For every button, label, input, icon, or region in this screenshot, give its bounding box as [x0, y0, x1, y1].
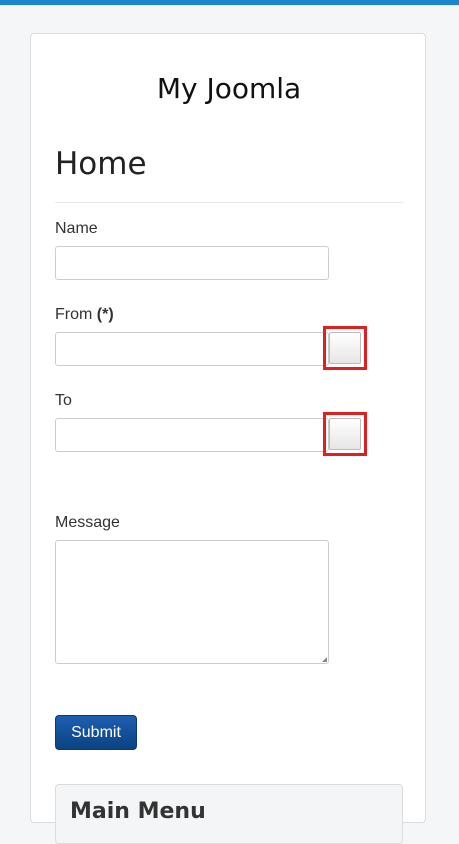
name-label-text: Name: [55, 220, 98, 237]
required-marker: (*): [96, 306, 114, 323]
top-accent-bar: [0, 0, 459, 5]
name-label: Name: [55, 220, 98, 238]
page-title: Home: [55, 146, 147, 182]
main-menu-module: Main Menu: [55, 784, 403, 844]
message-textarea[interactable]: [55, 540, 329, 664]
content-card: My Joomla Home Name From (*) To Message …: [30, 33, 426, 844]
resize-grip-icon[interactable]: [322, 657, 327, 662]
site-title: My Joomla: [156, 72, 302, 105]
from-label-text: From: [55, 306, 93, 323]
to-label: To: [55, 392, 72, 410]
module-title: Main Menu: [70, 799, 206, 824]
to-calendar-button[interactable]: [329, 418, 361, 450]
submit-button[interactable]: Submit: [55, 715, 137, 750]
divider: [55, 202, 403, 203]
message-label-text: Message: [55, 514, 120, 531]
from-calendar-button[interactable]: [329, 332, 361, 364]
to-date-input[interactable]: [55, 418, 329, 452]
message-label: Message: [55, 514, 120, 532]
name-input[interactable]: [55, 246, 329, 280]
from-label: From (*): [55, 306, 114, 324]
to-label-text: To: [55, 392, 72, 409]
from-date-input[interactable]: [55, 332, 329, 366]
